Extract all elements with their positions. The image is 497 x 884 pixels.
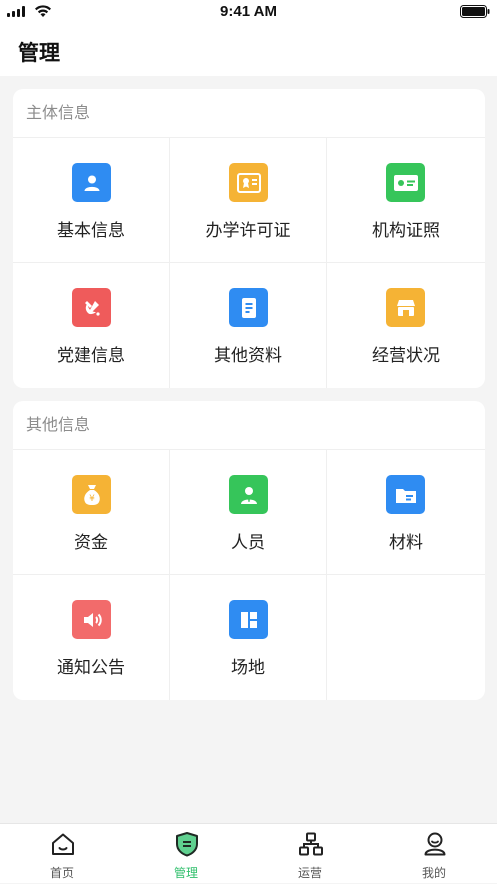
profile-icon [424, 832, 446, 856]
grid-item-label: 场地 [231, 658, 265, 678]
person-icon [229, 475, 268, 514]
grid-item-basic-info[interactable]: 基本信息 [13, 138, 170, 263]
grid-item-announcements[interactable]: 通知公告 [13, 575, 170, 700]
section-title: 主体信息 [13, 89, 485, 138]
org-chart-icon [299, 832, 323, 856]
grid-item-label: 材料 [389, 533, 423, 553]
home-icon [52, 833, 74, 855]
grid-item-label: 机构证照 [372, 221, 440, 241]
grid-item-materials[interactable]: 材料 [327, 450, 485, 575]
section-title: 其他信息 [13, 401, 485, 450]
status-time: 9:41 AM [220, 3, 277, 20]
tab-label: 运营 [297, 866, 322, 880]
tab-bar: 首页 管理 运营 我的 [0, 823, 497, 883]
grid-item-label: 人员 [231, 533, 265, 553]
store-icon [386, 288, 425, 327]
page-header: 管理 [0, 24, 497, 76]
layout-icon [229, 600, 268, 639]
tab-label: 首页 [49, 866, 74, 880]
tab-mine[interactable]: 我的 [372, 824, 496, 884]
user-card-icon [72, 163, 111, 202]
section-other-info: 其他信息 ¥ 资金 人员 材料 通知公告 场地 [13, 401, 485, 700]
tab-label: 管理 [173, 866, 198, 880]
grid-item-operation-status[interactable]: 经营状况 [327, 263, 485, 388]
grid-item-funds[interactable]: ¥ 资金 [13, 450, 170, 575]
tab-operations[interactable]: 运营 [248, 824, 372, 884]
grid-item-school-license[interactable]: 办学许可证 [170, 138, 327, 263]
svg-text:¥: ¥ [89, 494, 95, 504]
party-emblem-icon [72, 288, 111, 327]
grid-item-other-docs[interactable]: 其他资料 [170, 263, 327, 388]
tab-home[interactable]: 首页 [0, 824, 124, 884]
battery-icon [460, 5, 490, 18]
document-icon [229, 288, 268, 327]
grid-item-party-info[interactable]: 党建信息 [13, 263, 170, 388]
shield-icon [176, 832, 198, 857]
folder-icon [386, 475, 425, 514]
status-bar: 9:41 AM [0, 0, 497, 24]
grid-item-venue[interactable]: 场地 [170, 575, 327, 700]
grid-item-label: 通知公告 [57, 658, 125, 678]
grid-item-label: 其他资料 [214, 346, 282, 366]
grid-item-label: 办学许可证 [205, 221, 291, 241]
grid-item-label: 资金 [74, 533, 108, 553]
section-main-info: 主体信息 基本信息 办学许可证 机构证照 党建信息 其他资料 经营状况 [13, 89, 485, 388]
grid-item-staff[interactable]: 人员 [170, 450, 327, 575]
money-bag-icon: ¥ [72, 475, 111, 514]
speaker-icon [72, 600, 111, 639]
tab-manage[interactable]: 管理 [124, 824, 248, 884]
grid-item-org-license[interactable]: 机构证照 [327, 138, 485, 263]
certificate-icon [229, 163, 268, 202]
grid-item-empty [327, 575, 485, 700]
id-card-icon [386, 163, 425, 202]
grid-item-label: 党建信息 [57, 346, 125, 366]
page-title: 管理 [18, 41, 60, 65]
grid-item-label: 经营状况 [372, 346, 440, 366]
tab-label: 我的 [421, 866, 446, 880]
grid-item-label: 基本信息 [57, 221, 125, 241]
